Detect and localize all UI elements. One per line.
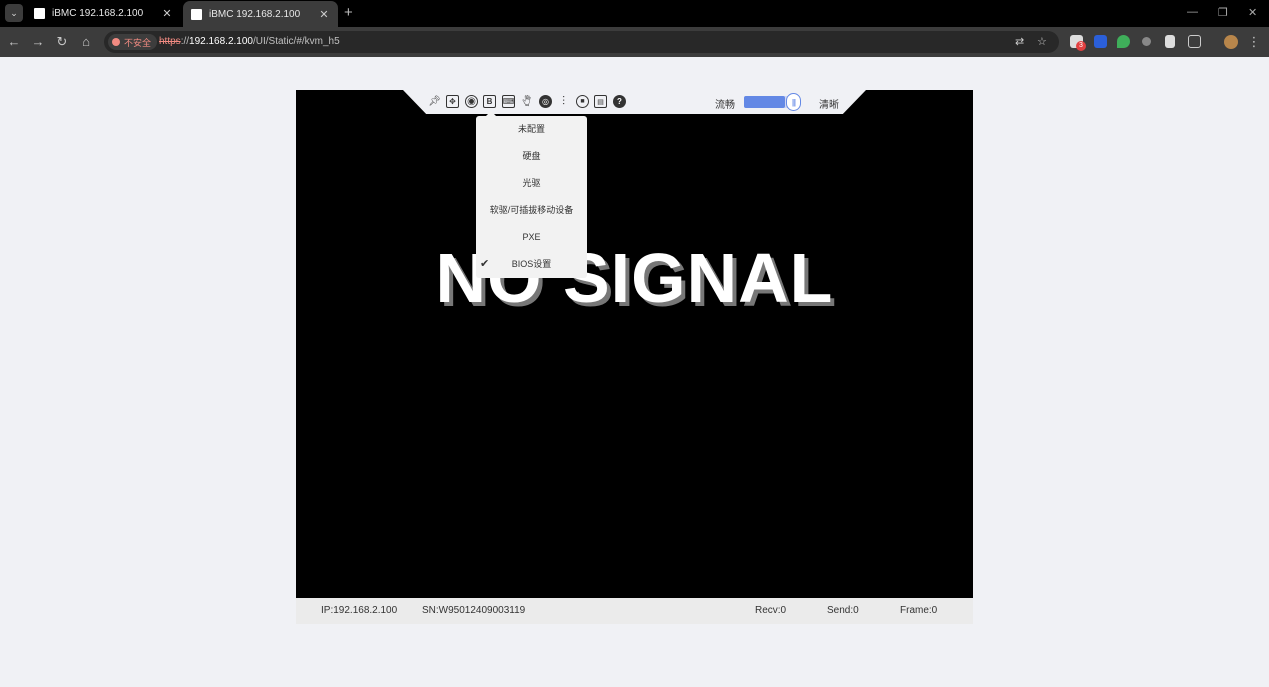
- quality-low-label: 流畅: [715, 100, 735, 111]
- extension-badge: 3: [1076, 41, 1086, 51]
- translate-icon[interactable]: ⇄: [1015, 35, 1024, 48]
- pin-icon[interactable]: 📌︎: [428, 95, 441, 108]
- boot-item-label: 硬盘: [522, 151, 541, 161]
- boot-options-menu: 未配置 硬盘 光驱 软驱/可插拔移动设备 PXE ✔ BIOS设置: [476, 111, 587, 278]
- extension-shield-icon[interactable]: [1094, 35, 1107, 48]
- record-icon[interactable]: ■: [576, 95, 589, 108]
- kvm-screen[interactable]: 📌︎ ✥ ◉ B ⌨ 🖐︎ ◎ ⫶ ■ ▤ ? 流畅 ||| 清晰 NO SIG…: [296, 90, 973, 598]
- no-signal-message: NO SIGNAL: [435, 239, 834, 317]
- boot-item-floppy-removable[interactable]: 软驱/可插拔移动设备: [476, 197, 587, 224]
- send-status: Send:0: [827, 605, 859, 616]
- tab-search-button[interactable]: ⌄: [5, 4, 23, 22]
- help-icon[interactable]: ?: [613, 95, 626, 108]
- minimize-button[interactable]: —: [1187, 6, 1198, 18]
- close-window-button[interactable]: ✕: [1248, 6, 1257, 19]
- boot-item-pxe[interactable]: PXE: [476, 224, 587, 251]
- ip-status: IP:192.168.2.100: [321, 605, 398, 616]
- boot-item-label: 未配置: [517, 124, 545, 134]
- favicon-icon: [34, 8, 45, 19]
- frame-status: Frame:0: [900, 605, 938, 616]
- screenshot-icon[interactable]: ▤: [594, 95, 607, 108]
- url-path: /UI/Static/#/kvm_h5: [252, 36, 340, 47]
- reload-button[interactable]: ↻: [53, 33, 71, 51]
- usb-icon[interactable]: ⫶: [557, 94, 570, 108]
- tab-close-button[interactable]: ✕: [161, 7, 173, 20]
- restore-button[interactable]: ❐: [1218, 6, 1228, 19]
- mouse-icon[interactable]: 🖐︎: [520, 94, 533, 108]
- checkmark-icon: ✔: [480, 258, 490, 270]
- kvm-status-bar: IP:192.168.2.100 SN:W95012409003119 Recv…: [296, 598, 973, 624]
- tab-strip: ⌄ iBMC 192.168.2.100 ✕ iBMC 192.168.2.10…: [0, 0, 1269, 27]
- browser-toolbar: ← → ↻ ⌂ 不安全 https://192.168.2.100/UI/Sta…: [0, 27, 1269, 57]
- boot-options-icon[interactable]: B: [483, 95, 496, 108]
- favicon-icon: [191, 8, 202, 20]
- url-text[interactable]: https://192.168.2.100/UI/Static/#/kvm_h5: [159, 36, 340, 47]
- warning-icon: [112, 38, 120, 46]
- new-tab-button[interactable]: +: [344, 4, 353, 22]
- security-indicator[interactable]: 不安全: [108, 34, 158, 50]
- serial-number-status: SN:W95012409003119: [422, 605, 526, 616]
- forward-button[interactable]: →: [29, 33, 47, 51]
- boot-item-label: 软驱/可插拔移动设备: [489, 205, 574, 215]
- document-icon[interactable]: [1165, 35, 1175, 48]
- tab-1[interactable]: iBMC 192.168.2.100 ✕: [26, 0, 181, 27]
- quality-slider-thumb[interactable]: |||: [786, 93, 801, 111]
- url-scheme: https: [159, 36, 181, 47]
- boot-item-cdrom[interactable]: 光驱: [476, 170, 587, 197]
- url-separator: ://: [180, 36, 190, 47]
- boot-item-label: PXE: [522, 232, 541, 242]
- tab-title: iBMC 192.168.2.100: [209, 8, 301, 20]
- fit-screen-icon[interactable]: ✥: [446, 95, 459, 108]
- boot-item-label: 光驱: [522, 178, 541, 188]
- adblock-icon[interactable]: [1117, 35, 1130, 48]
- extension-dot-icon[interactable]: [1142, 37, 1151, 46]
- quality-slider-fill: [744, 96, 785, 108]
- tab-2-active[interactable]: iBMC 192.168.2.100 ✕: [183, 1, 338, 27]
- address-bar[interactable]: 不安全 https://192.168.2.100/UI/Static/#/kv…: [104, 31, 1059, 53]
- boot-item-hdd[interactable]: 硬盘: [476, 143, 587, 170]
- url-host: 192.168.2.100: [189, 36, 253, 47]
- security-label: 不安全: [124, 37, 152, 48]
- media-icon[interactable]: ◎: [539, 95, 552, 108]
- kvm-toolbar: 📌︎ ✥ ◉ B ⌨ 🖐︎ ◎ ⫶ ■ ▤ ? 流畅 ||| 清晰: [403, 90, 866, 114]
- tab-close-button[interactable]: ✕: [318, 8, 330, 21]
- profile-avatar[interactable]: [1224, 35, 1238, 49]
- tab-title: iBMC 192.168.2.100: [52, 8, 144, 19]
- power-icon[interactable]: ◉: [465, 95, 478, 108]
- recv-status: Recv:0: [755, 605, 787, 616]
- extensions-puzzle-icon[interactable]: [1188, 35, 1201, 48]
- back-button[interactable]: ←: [5, 33, 23, 51]
- boot-item-bios-setup[interactable]: ✔ BIOS设置: [476, 251, 587, 278]
- quality-high-label: 清晰: [819, 100, 839, 111]
- browser-menu-icon[interactable]: ⋮: [1245, 33, 1263, 51]
- boot-item-label: BIOS设置: [511, 259, 552, 269]
- bookmark-star-icon[interactable]: ☆: [1037, 35, 1047, 48]
- home-button[interactable]: ⌂: [77, 33, 95, 51]
- boot-item-unconfigured[interactable]: 未配置: [476, 116, 587, 143]
- keyboard-icon[interactable]: ⌨: [502, 95, 515, 108]
